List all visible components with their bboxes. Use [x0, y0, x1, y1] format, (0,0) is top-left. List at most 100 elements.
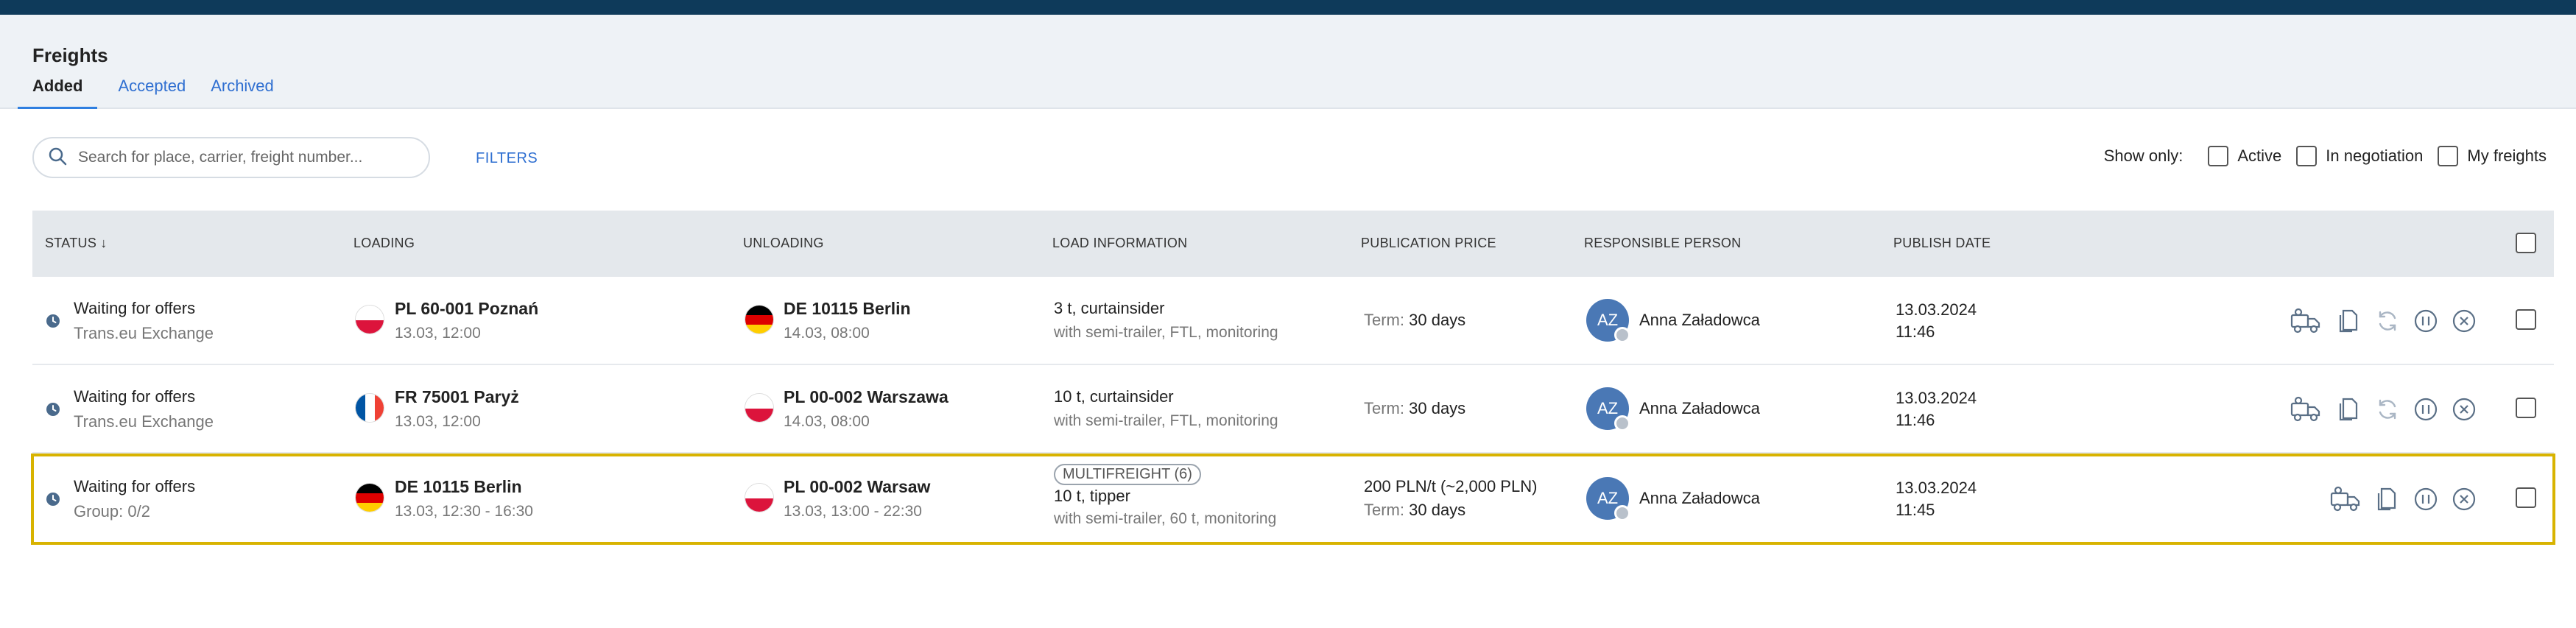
select-all-checkbox[interactable]: [2516, 233, 2536, 253]
row-checkbox[interactable]: [2516, 487, 2536, 508]
price-value: 200 PLN/t (~2,000 PLN): [1364, 477, 1538, 495]
load-main: 3 t, curtainsider: [1054, 299, 1165, 317]
row-checkbox[interactable]: [2516, 309, 2536, 330]
header-load-information: LOAD INFORMATION: [1052, 236, 1188, 250]
unloading-date: 13.03, 13:00 - 22:30: [784, 503, 922, 520]
page-header: Freights Added Accepted Archived: [0, 15, 2576, 110]
top-app-bar: [0, 0, 2576, 15]
term-value: 30 days: [1409, 311, 1466, 329]
row-checkbox[interactable]: [2516, 398, 2536, 418]
flag-pl-icon: [745, 483, 774, 512]
flag-de-icon: [355, 483, 384, 512]
status-text: Waiting for offers: [74, 477, 196, 495]
unloading-place: PL 00-002 Warsaw: [784, 477, 931, 496]
show-only-label: Show only:: [2103, 147, 2183, 165]
cancel-icon[interactable]: [2451, 486, 2477, 516]
table-row[interactable]: Waiting for offers Trans.eu Exchange PL …: [32, 277, 2554, 365]
header-publish-date: PUBLISH DATE: [1893, 236, 1991, 250]
responsible-person-name: Anna Załadowca: [1639, 489, 1760, 507]
search-icon: [47, 146, 68, 170]
pause-icon[interactable]: [2413, 396, 2439, 426]
term-label: Term:: [1364, 311, 1404, 329]
table-row-multifreight[interactable]: Waiting for offers Group: 0/2 DE 10115 B…: [31, 454, 2555, 545]
copy-document-icon[interactable]: [2336, 308, 2361, 338]
publish-time: 11:46: [1896, 411, 1935, 429]
presence-dot: [1614, 327, 1630, 343]
avatar: AZ: [1586, 477, 1630, 521]
avatar: AZ: [1586, 299, 1630, 343]
load-details: with semi-trailer, FTL, monitoring: [1054, 324, 1278, 341]
pause-icon[interactable]: [2413, 486, 2439, 516]
refresh-icon[interactable]: [2374, 396, 2401, 426]
filter-my-freights-checkbox[interactable]: My freights: [2438, 146, 2547, 166]
truck-offer-icon[interactable]: [2290, 308, 2324, 338]
freights-table: STATUS ↓ LOADING UNLOADING LOAD INFORMAT…: [31, 211, 2555, 545]
responsible-person-name: Anna Załadowca: [1639, 399, 1760, 417]
loading-date: 13.03, 12:00: [395, 413, 481, 430]
term-label: Term:: [1364, 501, 1404, 519]
clock-icon: [46, 402, 60, 417]
status-text: Waiting for offers: [74, 299, 196, 317]
header-status[interactable]: STATUS ↓: [45, 236, 108, 251]
group-count: Group: 0/2: [74, 502, 150, 521]
cancel-icon[interactable]: [2451, 308, 2477, 338]
clock-icon: [46, 314, 60, 328]
term-label: Term:: [1364, 399, 1404, 417]
term-value: 30 days: [1409, 501, 1466, 519]
main-content: FILTERS Show only: Active In negotiation…: [0, 109, 2576, 628]
truck-offer-icon[interactable]: [2330, 486, 2364, 516]
load-main: 10 t, curtainsider: [1054, 387, 1174, 406]
tab-accepted[interactable]: Accepted: [118, 77, 186, 109]
flag-fr-icon: [355, 393, 384, 423]
tab-archived[interactable]: Archived: [211, 77, 274, 109]
publication-price: Term: 30 days: [1364, 399, 1465, 418]
loading-place: FR 75001 Paryż: [395, 387, 519, 406]
filter-in-negotiation-checkbox[interactable]: In negotiation: [2296, 146, 2423, 166]
pause-icon[interactable]: [2413, 308, 2439, 338]
unloading-date: 14.03, 08:00: [784, 413, 870, 430]
search-input[interactable]: [78, 149, 417, 166]
tab-added[interactable]: Added: [18, 77, 98, 110]
loading-place: DE 10115 Berlin: [395, 477, 522, 496]
header-publication-price: PUBLICATION PRICE: [1361, 236, 1496, 250]
table-header: STATUS ↓ LOADING UNLOADING LOAD INFORMAT…: [32, 211, 2554, 277]
publish-date: 13.03.2024: [1896, 389, 1977, 407]
unloading-date: 14.03, 08:00: [784, 325, 870, 342]
load-details: with semi-trailer, 60 t, monitoring: [1054, 510, 1277, 527]
avatar: AZ: [1586, 387, 1630, 431]
publish-date: 13.03.2024: [1896, 300, 1977, 319]
refresh-icon[interactable]: [2374, 308, 2401, 338]
publish-time: 11:45: [1896, 501, 1935, 519]
publication-price: 200 PLN/t (~2,000 PLN) Term: 30 days: [1364, 477, 1537, 520]
page-title: Freights: [32, 44, 108, 66]
unloading-place: DE 10115 Berlin: [784, 299, 911, 318]
presence-dot: [1614, 415, 1630, 431]
presence-dot: [1614, 505, 1630, 521]
table-row[interactable]: Waiting for offers Trans.eu Exchange FR …: [32, 365, 2554, 454]
responsible-person-name: Anna Załadowca: [1639, 311, 1760, 329]
loading-date: 13.03, 12:30 - 16:30: [395, 503, 533, 520]
status-source: Trans.eu Exchange: [74, 412, 214, 431]
loading-place: PL 60-001 Poznań: [395, 299, 539, 318]
flag-de-icon: [745, 305, 774, 334]
flag-pl-icon: [745, 393, 774, 423]
tab-bar: Added Accepted Archived: [18, 77, 299, 110]
checkbox-label: In negotiation: [2326, 147, 2424, 165]
term-value: 30 days: [1409, 399, 1466, 417]
checkbox-box[interactable]: [2208, 146, 2229, 166]
status-source: Trans.eu Exchange: [74, 324, 214, 342]
load-details: with semi-trailer, FTL, monitoring: [1054, 412, 1278, 429]
checkbox-box[interactable]: [2438, 146, 2459, 166]
search-field[interactable]: [32, 137, 430, 178]
checkbox-box[interactable]: [2296, 146, 2318, 166]
show-only-filter: Show only: Active In negotiation My frei…: [2104, 146, 2547, 166]
filter-active-checkbox[interactable]: Active: [2208, 146, 2281, 166]
truck-offer-icon[interactable]: [2290, 396, 2324, 426]
header-responsible-person: RESPONSIBLE PERSON: [1584, 236, 1742, 250]
copy-document-icon[interactable]: [2374, 486, 2399, 516]
filters-button[interactable]: FILTERS: [476, 150, 538, 167]
cancel-icon[interactable]: [2451, 396, 2477, 426]
copy-document-icon[interactable]: [2336, 396, 2361, 426]
publish-time: 11:46: [1896, 322, 1935, 341]
header-unloading: UNLOADING: [743, 236, 824, 250]
